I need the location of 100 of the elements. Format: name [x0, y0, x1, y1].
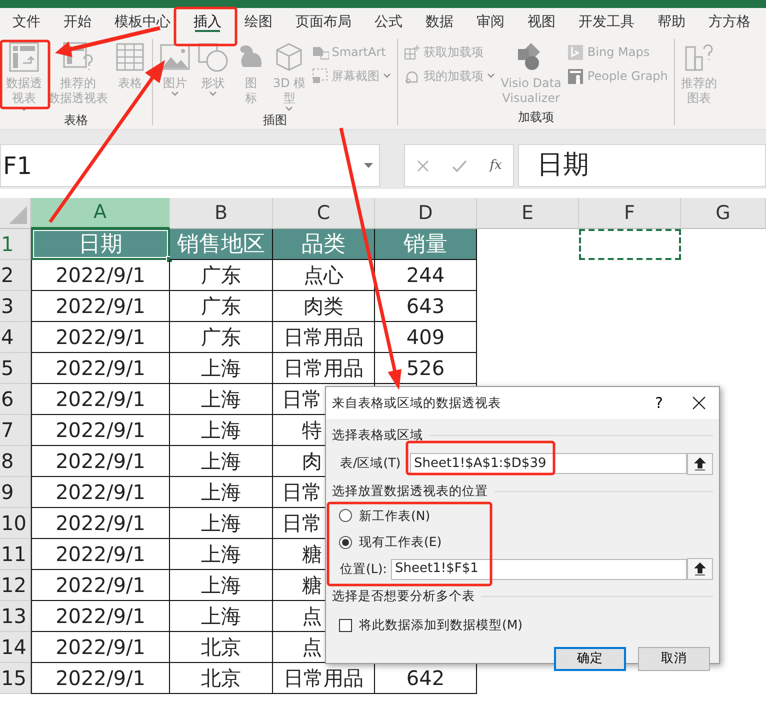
annotation-box — [174, 6, 238, 46]
field-label: 表/区域(T) — [340, 454, 402, 472]
table-cell-text: 日常 — [282, 510, 322, 537]
table-cell-text: 糖 — [302, 572, 322, 599]
row-header[interactable]: 5 — [0, 353, 31, 384]
group-label: 表格 — [63, 112, 89, 128]
table-cell-text: 广东 — [201, 293, 241, 320]
table-cell-text: 642 — [406, 665, 445, 692]
name-box[interactable]: F1 — [0, 144, 380, 187]
collapse-button[interactable] — [687, 558, 713, 580]
ribbon-tab[interactable]: 审阅 — [465, 8, 516, 35]
row-header[interactable]: 3 — [0, 291, 31, 322]
cancel-icon — [416, 158, 430, 172]
row-header[interactable]: 15 — [0, 663, 31, 694]
column-header[interactable]: C — [273, 198, 375, 229]
checkbox[interactable] — [339, 618, 352, 632]
ribbon-tab[interactable]: 文件 — [1, 8, 52, 35]
ribbon-tab[interactable]: 页面布局 — [284, 8, 363, 35]
group-label: 加载项 — [516, 109, 555, 125]
table-cell-text: 肉 — [302, 448, 322, 475]
row-header[interactable]: 7 — [0, 415, 31, 446]
row-header[interactable]: 8 — [0, 446, 31, 477]
row-header[interactable]: 6 — [0, 384, 31, 415]
header-cell-text: 销量 — [404, 230, 448, 258]
dialog-button[interactable]: 确定 — [554, 646, 626, 670]
row-header[interactable]: 10 — [0, 508, 31, 539]
checkbox-option[interactable]: 将此数据添加到数据模型(M) — [326, 616, 719, 634]
table-cell-text: 日常用品 — [284, 324, 364, 351]
table-cell-text: 北京 — [201, 665, 241, 692]
row-header[interactable]: 13 — [0, 601, 31, 632]
shapes-icon — [197, 41, 229, 73]
table-cell-text: 糖 — [302, 541, 322, 568]
ribbon-tab[interactable]: 数据 — [414, 8, 465, 35]
table-grid-icon — [114, 41, 146, 73]
ribbon-tab[interactable]: 开发工具 — [567, 8, 646, 35]
row-header[interactable]: 11 — [0, 539, 31, 570]
camera-icon — [312, 68, 329, 84]
ribbon-tab[interactable]: 绘图 — [233, 8, 284, 35]
row-header[interactable]: 14 — [0, 632, 31, 663]
table-cell-text: 2022/9/1 — [56, 603, 146, 630]
table-cell-text: 上海 — [201, 386, 241, 413]
dropdown-icon — [364, 163, 373, 168]
insert-function-button[interactable]: fx — [490, 156, 502, 176]
input-field[interactable]: Sheet1!$A$1:$D$39 — [410, 453, 687, 474]
table-cell-text: 2022/9/1 — [56, 293, 146, 320]
table-cell-text: 北京 — [201, 634, 241, 661]
table-cell-text: 409 — [406, 324, 445, 351]
column-header[interactable]: G — [681, 198, 766, 229]
logo-icon — [567, 44, 584, 60]
table-cell-text: 643 — [406, 293, 445, 320]
table-cell-text: 点 — [302, 603, 322, 630]
close-icon — [692, 396, 706, 410]
table-cell-text: 上海 — [201, 510, 241, 537]
table-cell-text: 日常 — [282, 386, 322, 413]
ribbon-tab[interactable]: 视图 — [516, 8, 567, 35]
section-heading: 选择是否想要分析多个表 — [332, 587, 475, 605]
radio-button[interactable] — [339, 509, 352, 522]
column-header[interactable]: F — [579, 198, 681, 229]
row-header[interactable]: 12 — [0, 570, 31, 601]
table-cell-text: 上海 — [201, 479, 241, 506]
column-header[interactable]: B — [170, 198, 273, 229]
table-cell-text: 上海 — [201, 541, 241, 568]
table-cell-text: 日常 — [282, 479, 322, 506]
table-cell-text: 肉类 — [304, 293, 344, 320]
table-cell-text: 2022/9/1 — [56, 355, 146, 382]
input-field[interactable]: Sheet1!$F$1 — [391, 558, 687, 580]
column-header[interactable]: D — [375, 198, 477, 229]
ribbon-tab[interactable]: 开始 — [52, 8, 103, 35]
table-cell-text: 2022/9/1 — [56, 510, 146, 537]
ribbon-tab[interactable]: 插入 — [182, 8, 233, 35]
ribbon-tab[interactable]: 公式 — [363, 8, 414, 35]
row-header[interactable]: 9 — [0, 477, 31, 508]
formula-field[interactable]: 日期 — [518, 144, 766, 187]
grid-plus-icon — [404, 44, 421, 60]
table-cell-text: 上海 — [201, 448, 241, 475]
name-box-text: F1 — [3, 150, 32, 182]
group-label: 插图 — [262, 112, 288, 128]
table-cell-text: 点心 — [304, 262, 344, 289]
table-cell-text: 2022/9/1 — [56, 541, 146, 568]
select-all-icon — [7, 204, 29, 226]
dialog-button[interactable]: 取消 — [638, 646, 710, 670]
table-cell-text: 特 — [302, 417, 322, 444]
table-cell-text: 2022/9/1 — [56, 262, 146, 289]
row-header[interactable]: 1 — [0, 229, 31, 260]
help-button[interactable]: ? — [639, 387, 679, 419]
ribbon-tab[interactable]: 方方格 — [697, 8, 762, 35]
column-header[interactable]: E — [477, 198, 579, 229]
table-cell-text: 点 — [302, 634, 322, 661]
row-header[interactable]: 2 — [0, 260, 31, 291]
ribbon-tab[interactable]: 帮助 — [646, 8, 697, 35]
field-label: 位置(L): — [340, 560, 388, 578]
table-cell-text: 上海 — [201, 417, 241, 444]
ribbon-tab[interactable]: 模板中心 — [103, 8, 182, 35]
radio-button[interactable] — [339, 536, 352, 550]
header-cell-text: 日期 — [78, 230, 122, 258]
row-header[interactable]: 4 — [0, 322, 31, 353]
column-header[interactable]: A — [31, 198, 170, 229]
radio-option[interactable]: 新工作表(N) — [326, 506, 719, 526]
collapse-button[interactable] — [687, 452, 713, 475]
radio-option[interactable]: 现有工作表(E) — [326, 533, 719, 552]
